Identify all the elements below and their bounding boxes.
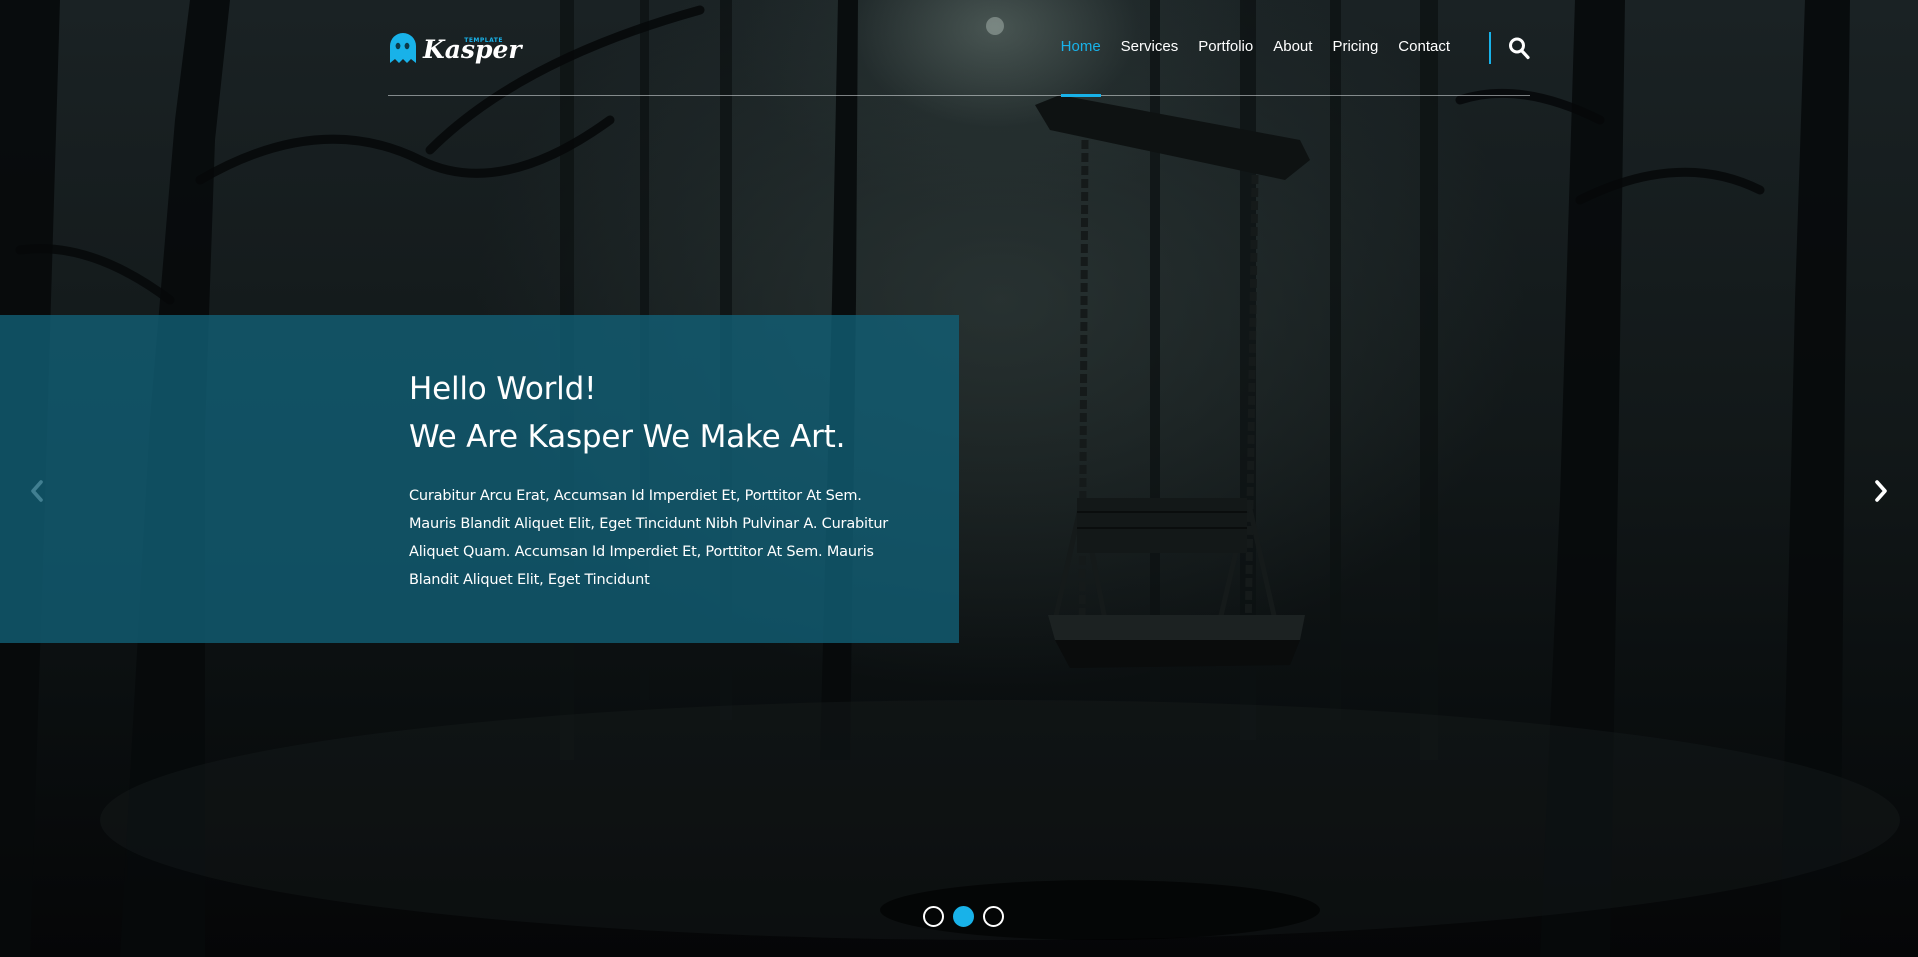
- hero-section: TEMPLATE Kasper Home Services Portfolio …: [0, 0, 1918, 957]
- main-nav: Home Services Portfolio About Pricing Co…: [1060, 38, 1450, 97]
- nav-item-services[interactable]: Services: [1121, 38, 1179, 56]
- nav-item-home[interactable]: Home: [1060, 38, 1101, 97]
- nav-item-about[interactable]: About: [1273, 38, 1312, 56]
- logo[interactable]: TEMPLATE Kasper: [388, 28, 522, 64]
- slider-bullet-1[interactable]: [923, 906, 944, 927]
- logo-wordmark: Kasper: [423, 35, 522, 64]
- slide-heading: Hello World! We Are Kasper We Make Art.: [409, 365, 845, 461]
- slider-next-button[interactable]: [1870, 478, 1892, 504]
- slider-bullet-2[interactable]: [953, 906, 974, 927]
- slide-heading-line-1: Hello World!: [409, 371, 597, 407]
- ghost-icon: [390, 33, 416, 63]
- slide-content-box: Hello World! We Are Kasper We Make Art. …: [0, 315, 959, 643]
- search-divider: [1489, 32, 1491, 64]
- search-icon: [1509, 37, 1530, 60]
- nav-item-pricing[interactable]: Pricing: [1332, 38, 1378, 56]
- chevron-right-icon: [1875, 480, 1887, 502]
- slider-bullets: [923, 906, 1004, 927]
- slide-description: Curabitur Arcu Erat, Accumsan Id Imperdi…: [409, 488, 889, 588]
- nav-item-portfolio[interactable]: Portfolio: [1198, 38, 1253, 56]
- nav-item-contact[interactable]: Contact: [1398, 38, 1450, 56]
- search-button[interactable]: [1508, 36, 1530, 60]
- slider-bullet-3[interactable]: [983, 906, 1004, 927]
- logo-text: TEMPLATE Kasper: [423, 28, 522, 64]
- site-header: TEMPLATE Kasper Home Services Portfolio …: [388, 0, 1530, 97]
- slide-heading-line-2: We Are Kasper We Make Art.: [409, 419, 846, 455]
